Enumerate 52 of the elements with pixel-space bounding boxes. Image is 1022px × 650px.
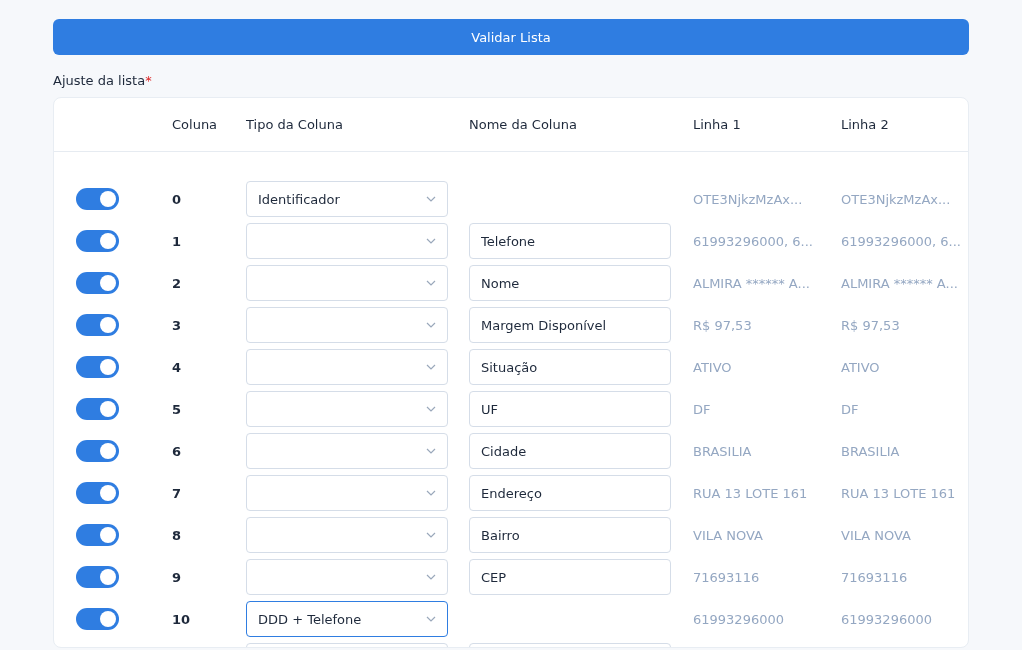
column-number: 5 <box>172 401 183 417</box>
column-name-field[interactable]: Endereço <box>469 475 671 511</box>
column-name-field[interactable]: Margem Disponível <box>469 307 671 343</box>
column-name-field[interactable]: Cidade <box>469 433 671 469</box>
column-header: Linha 2 <box>841 117 890 132</box>
table-cell-text: RUA 13 LOTE 161 <box>693 485 809 501</box>
required-mark: * <box>145 73 152 88</box>
column-number: 4 <box>172 359 183 375</box>
column-number: 3 <box>172 317 183 333</box>
table-cell-text: OTE3NjkzMzAx... <box>693 191 804 207</box>
table-cell-text: 71693116 <box>693 569 761 585</box>
column-name-field[interactable]: Nome <box>469 265 671 301</box>
validate-list-button[interactable]: Validar Lista <box>53 19 969 55</box>
column-name-field[interactable]: CEP <box>469 559 671 595</box>
table-cell-text: DF <box>693 401 712 417</box>
section-label: Ajuste da lista <box>53 73 146 88</box>
column-header: Tipo da Coluna <box>246 117 344 132</box>
column-type-select[interactable]: Identificador <box>246 181 448 217</box>
column-number: 0 <box>172 191 183 207</box>
table-cell-text: 61993296000, 6... <box>693 233 814 249</box>
table-cell-text: 61993296000, 6... <box>841 233 962 249</box>
column-name-field[interactable]: UF <box>469 391 671 427</box>
column-header: Nome da Coluna <box>469 117 578 132</box>
column-header: Linha 1 <box>693 117 742 132</box>
table-cell-text: 61993296000 <box>693 611 785 627</box>
table-cell-text: ALMIRA ****** A... <box>841 275 959 291</box>
column-number: 1 <box>172 233 183 249</box>
table-cell-text: OTE3NjkzMzAx... <box>841 191 952 207</box>
table-cell-text: R$ 97,53 <box>841 317 901 333</box>
table-cell-text: VILA NOVA <box>693 527 764 543</box>
table-cell-text: VILA NOVA <box>841 527 912 543</box>
table-cell-text: ATIVO <box>693 359 733 375</box>
column-header: Coluna <box>172 117 219 132</box>
table-cell-text: 61993296000 <box>841 611 933 627</box>
column-number: 9 <box>172 569 183 585</box>
column-name-field[interactable]: Bairro <box>469 517 671 553</box>
table-cell-text: ALMIRA ****** A... <box>693 275 811 291</box>
column-number: 10 <box>172 611 192 627</box>
table-cell-text: DF <box>841 401 860 417</box>
column-number: 2 <box>172 275 183 291</box>
table-cell-text: BRASILIA <box>841 443 901 459</box>
column-number: 6 <box>172 443 183 459</box>
table-cell-text: BRASILIA <box>693 443 753 459</box>
column-number: 7 <box>172 485 183 501</box>
table-cell-text: ATIVO <box>841 359 881 375</box>
column-name-field[interactable]: Situação <box>469 349 671 385</box>
column-number: 8 <box>172 527 183 543</box>
column-type-select[interactable]: DDD + Telefone <box>246 601 448 637</box>
table-cell-text: R$ 97,53 <box>693 317 753 333</box>
column-name-field[interactable]: Telefone <box>469 223 671 259</box>
table-cell-text: RUA 13 LOTE 161 <box>841 485 957 501</box>
table-cell-text: 71693116 <box>841 569 909 585</box>
